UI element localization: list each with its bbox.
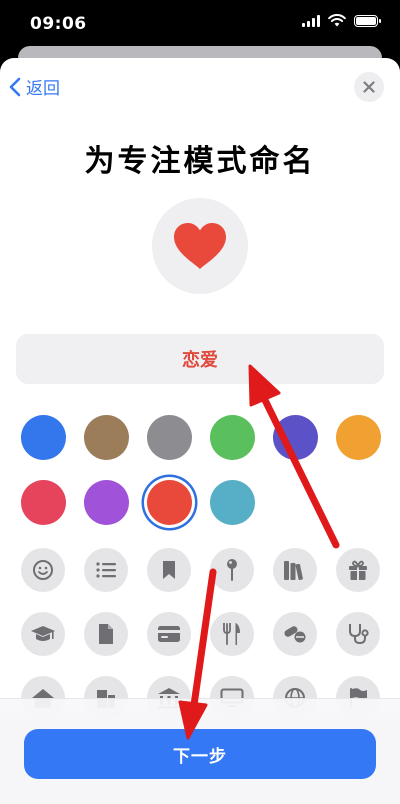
books-icon bbox=[284, 561, 303, 581]
close-button[interactable] bbox=[354, 72, 384, 102]
chevron-left-icon bbox=[9, 77, 21, 96]
color-swatch-indigo[interactable] bbox=[273, 415, 318, 460]
wifi-icon bbox=[328, 14, 346, 27]
symbol-gift[interactable] bbox=[336, 548, 380, 592]
status-icons bbox=[302, 14, 381, 27]
graduation-cap-icon bbox=[31, 626, 55, 641]
symbol-pin[interactable] bbox=[210, 548, 254, 592]
heart-icon bbox=[174, 223, 226, 269]
battery-icon bbox=[354, 14, 381, 27]
color-swatch-brown[interactable] bbox=[84, 415, 129, 460]
focus-name-sheet: 返回 为专注模式命名 恋爱 下一步 bbox=[0, 58, 400, 804]
focus-name-input[interactable] bbox=[16, 334, 384, 384]
focus-icon-preview bbox=[152, 198, 248, 294]
symbol-bookmark[interactable] bbox=[147, 548, 191, 592]
color-swatch-blue[interactable] bbox=[21, 415, 66, 460]
status-time: 09:06 bbox=[30, 14, 87, 34]
color-swatch-purple[interactable] bbox=[84, 480, 129, 525]
back-label: 返回 bbox=[26, 79, 60, 99]
symbol-list[interactable] bbox=[84, 548, 128, 592]
list-icon bbox=[96, 562, 116, 578]
symbol-pills[interactable] bbox=[273, 612, 317, 656]
pin-icon bbox=[227, 559, 237, 581]
symbol-stethoscope[interactable] bbox=[336, 612, 380, 656]
document-icon bbox=[99, 624, 113, 644]
pills-icon bbox=[284, 626, 306, 643]
back-button[interactable]: 返回 bbox=[8, 74, 60, 99]
color-swatch-orange[interactable] bbox=[336, 415, 381, 460]
symbol-smiley[interactable] bbox=[21, 548, 65, 592]
stethoscope-icon bbox=[349, 624, 369, 645]
symbol-fork-knife[interactable] bbox=[210, 612, 254, 656]
color-swatch-gray[interactable] bbox=[147, 415, 192, 460]
status-bar: 09:06 bbox=[0, 0, 400, 44]
symbol-document[interactable] bbox=[84, 612, 128, 656]
bottom-bar: 下一步 bbox=[0, 698, 400, 804]
color-swatch-red[interactable] bbox=[147, 480, 192, 525]
color-swatch-pink[interactable] bbox=[21, 480, 66, 525]
color-swatch-teal[interactable] bbox=[210, 480, 255, 525]
symbol-credit-card[interactable] bbox=[147, 612, 191, 656]
smiley-icon bbox=[33, 560, 53, 580]
symbol-graduation-cap[interactable] bbox=[21, 612, 65, 656]
bookmark-icon bbox=[163, 561, 175, 579]
cellular-signal-icon bbox=[302, 14, 320, 27]
credit-card-icon bbox=[158, 626, 180, 642]
page-title: 为专注模式命名 bbox=[84, 144, 316, 179]
symbol-books[interactable] bbox=[273, 548, 317, 592]
close-icon bbox=[363, 81, 375, 93]
color-swatch-green[interactable] bbox=[210, 415, 255, 460]
gift-icon bbox=[349, 560, 367, 580]
fork-knife-icon bbox=[223, 623, 240, 645]
next-button[interactable]: 下一步 bbox=[24, 729, 376, 779]
